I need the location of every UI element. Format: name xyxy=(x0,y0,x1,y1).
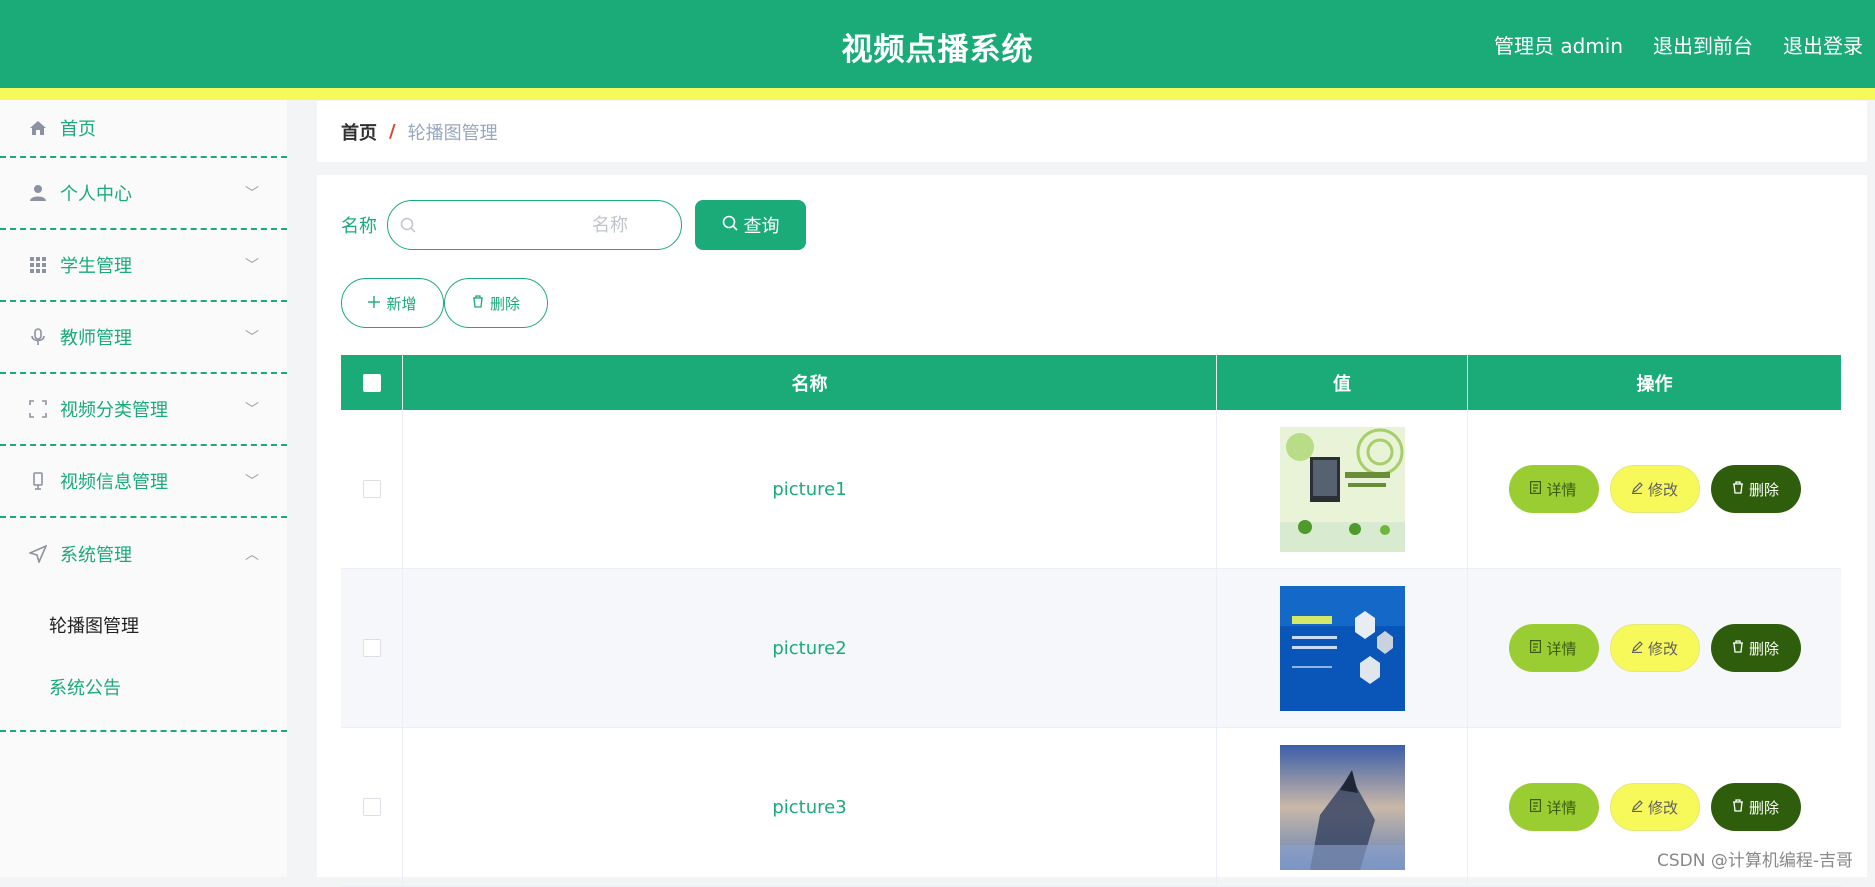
delete-button-label: 删除 xyxy=(489,294,520,313)
search-icon xyxy=(400,217,416,237)
header-name: 名称 xyxy=(403,355,1217,410)
logout-link[interactable]: 退出登录 xyxy=(1783,30,1863,59)
frame-icon xyxy=(28,399,48,419)
edit-button[interactable]: 修改 xyxy=(1609,624,1700,672)
breadcrumb-separator: / xyxy=(389,121,396,142)
main-panel: 名称 查询 新增 删除 xyxy=(317,175,1867,887)
row-delete-button[interactable]: 删除 xyxy=(1710,783,1801,831)
row-checkbox[interactable] xyxy=(362,639,381,657)
row-delete-button[interactable]: 删除 xyxy=(1710,465,1801,513)
edit-button[interactable]: 修改 xyxy=(1609,783,1700,831)
edit-button[interactable]: 修改 xyxy=(1609,465,1700,513)
batch-delete-button[interactable]: 删除 xyxy=(444,278,548,328)
add-button-label: 新增 xyxy=(386,294,417,313)
trash-icon xyxy=(1732,798,1744,816)
device-icon xyxy=(28,471,48,491)
table-row: picture1 详情 修改 删除 xyxy=(341,410,1841,569)
chevron-down-icon: ﹀ xyxy=(245,474,259,490)
plus-icon xyxy=(368,294,381,312)
action-row: 新增 删除 xyxy=(341,278,548,328)
table-row: picture2 详情 修改 删除 xyxy=(341,569,1841,728)
sidebar-item-label: 首页 xyxy=(60,119,96,140)
detail-button[interactable]: 详情 xyxy=(1508,624,1599,672)
header-checkbox-cell xyxy=(341,355,403,410)
sidebar: 首页 个人中心 ﹀ 学生管理 ﹀ 教师管理 ﹀ 视频分类管理 ﹀ 视频信息管理 … xyxy=(0,100,287,877)
search-input[interactable] xyxy=(424,201,664,249)
sidebar-item-label: 教师管理 xyxy=(60,328,132,349)
carousel-thumbnail[interactable] xyxy=(1279,426,1405,552)
row-actions: 详情 修改 删除 xyxy=(1508,465,1801,513)
pencil-icon xyxy=(1631,798,1643,816)
detail-button[interactable]: 详情 xyxy=(1508,783,1599,831)
pencil-icon xyxy=(1631,639,1643,657)
pencil-icon xyxy=(1631,480,1643,498)
sidebar-item-student-management[interactable]: 学生管理 ﹀ xyxy=(0,230,287,302)
table-row: picture3 详情 修改 删除 xyxy=(341,728,1841,887)
sidebar-item-video-info[interactable]: 视频信息管理 ﹀ xyxy=(0,446,287,518)
microphone-icon xyxy=(28,327,48,347)
row-name: picture3 xyxy=(403,728,1217,886)
sidebar-item-home[interactable]: 首页 xyxy=(0,100,287,158)
trash-icon xyxy=(1732,639,1744,657)
query-button[interactable]: 查询 xyxy=(695,200,806,250)
sidebar-item-label: 个人中心 xyxy=(60,184,132,205)
breadcrumb-home[interactable]: 首页 xyxy=(341,119,377,145)
sidebar-item-teacher-management[interactable]: 教师管理 ﹀ xyxy=(0,302,287,374)
grid-icon xyxy=(28,255,48,275)
send-icon xyxy=(28,544,48,564)
add-button[interactable]: 新增 xyxy=(341,278,444,328)
chevron-down-icon: ﹀ xyxy=(245,330,259,346)
chevron-down-icon: ﹀ xyxy=(245,258,259,274)
document-icon xyxy=(1530,480,1542,498)
sidebar-item-label: 系统管理 xyxy=(60,545,132,566)
back-to-front-link[interactable]: 退出到前台 xyxy=(1653,30,1753,59)
header-actions: 管理员 admin 退出到前台 退出登录 xyxy=(1494,30,1863,59)
trash-icon xyxy=(1732,480,1744,498)
top-header: 视频点播系统 管理员 admin 退出到前台 退出登录 xyxy=(0,0,1875,88)
submenu-item-carousel[interactable]: 轮播图管理 xyxy=(0,594,287,656)
system-submenu: 轮播图管理 系统公告 xyxy=(0,590,287,732)
submenu-item-announcement[interactable]: 系统公告 xyxy=(0,656,287,718)
query-button-label: 查询 xyxy=(743,216,780,237)
admin-label[interactable]: 管理员 admin xyxy=(1494,30,1623,59)
chevron-up-icon: ︿ xyxy=(245,547,259,563)
row-delete-button[interactable]: 删除 xyxy=(1710,624,1801,672)
row-checkbox[interactable] xyxy=(362,480,381,498)
document-icon xyxy=(1530,798,1542,816)
table-header: 名称 值 操作 xyxy=(341,355,1841,410)
row-name: picture2 xyxy=(403,569,1217,727)
header-value: 值 xyxy=(1217,355,1468,410)
carousel-thumbnail[interactable] xyxy=(1279,744,1405,870)
sidebar-item-video-category[interactable]: 视频分类管理 ﹀ xyxy=(0,374,287,446)
sidebar-item-label: 视频分类管理 xyxy=(60,400,168,421)
search-row: 名称 查询 xyxy=(341,200,806,250)
row-name: picture1 xyxy=(403,410,1217,568)
header-accent-bar xyxy=(0,88,1875,100)
header-actions: 操作 xyxy=(1636,373,1673,395)
search-icon xyxy=(722,215,738,236)
row-checkbox[interactable] xyxy=(362,798,381,816)
chevron-down-icon: ﹀ xyxy=(245,186,259,202)
sidebar-item-personal-center[interactable]: 个人中心 ﹀ xyxy=(0,158,287,230)
sidebar-item-system-management[interactable]: 系统管理 ︿ xyxy=(0,518,287,590)
select-all-checkbox[interactable] xyxy=(362,373,381,392)
row-actions: 详情 修改 删除 xyxy=(1508,624,1801,672)
breadcrumb-current: 轮播图管理 xyxy=(407,122,498,144)
data-table: 名称 值 操作 picture1 详情 修改 删除 picture2 详情 修改… xyxy=(341,355,1841,887)
chevron-down-icon: ﹀ xyxy=(245,402,259,418)
watermark: CSDN @计算机编程-吉哥 xyxy=(1656,851,1853,871)
sidebar-item-label: 学生管理 xyxy=(60,256,132,277)
detail-button[interactable]: 详情 xyxy=(1508,465,1599,513)
row-actions: 详情 修改 删除 xyxy=(1508,783,1801,831)
user-icon xyxy=(28,183,48,203)
search-box xyxy=(387,200,682,250)
document-icon xyxy=(1530,639,1542,657)
breadcrumb: 首页 / 轮播图管理 xyxy=(317,101,1867,162)
search-label: 名称 xyxy=(341,216,377,237)
trash-icon xyxy=(472,294,484,312)
carousel-thumbnail[interactable] xyxy=(1279,585,1405,711)
sidebar-item-label: 视频信息管理 xyxy=(60,472,168,493)
home-icon xyxy=(28,118,48,138)
